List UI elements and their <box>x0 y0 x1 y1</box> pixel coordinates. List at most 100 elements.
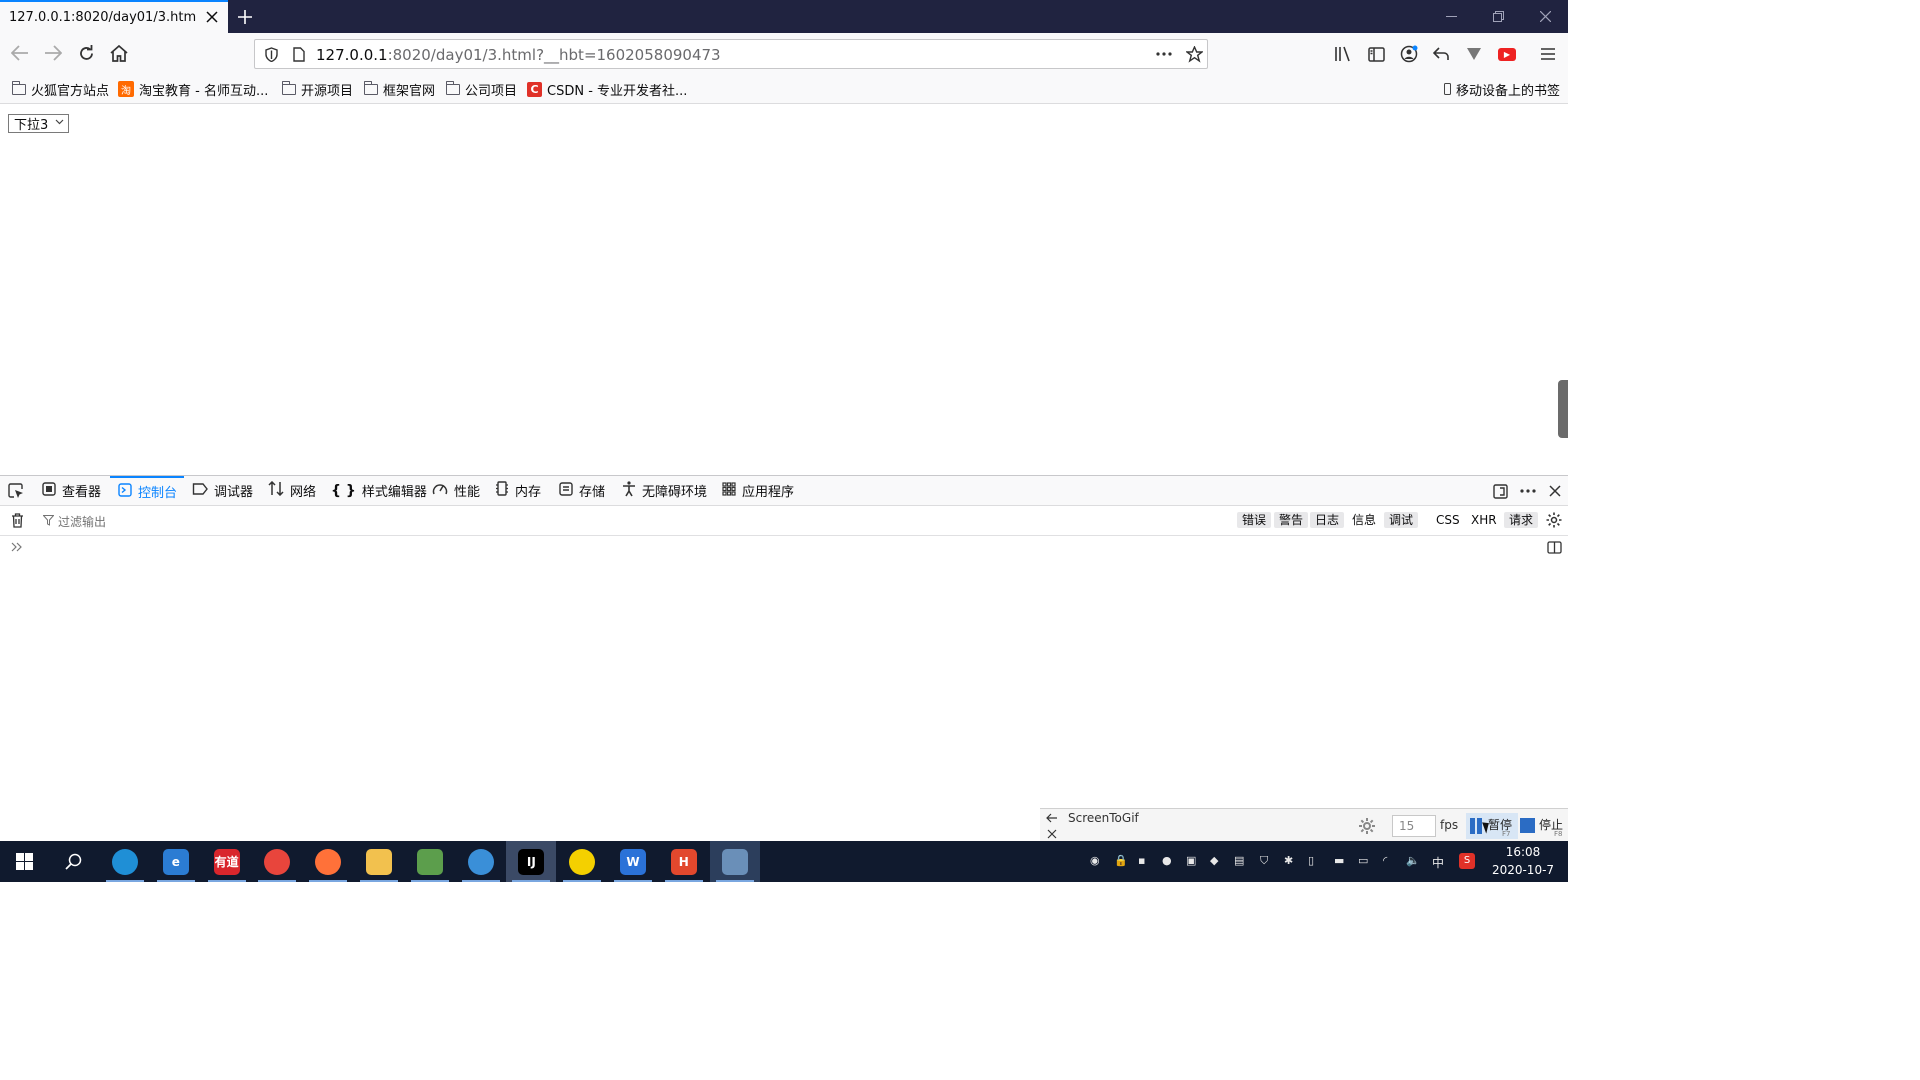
devtools-more-icon[interactable] <box>1517 481 1539 501</box>
filter-debug[interactable]: 调试 <box>1384 512 1419 528</box>
page-info-icon[interactable] <box>291 46 307 62</box>
url-bar[interactable]: 127.0.0.1:8020/day01/3.html?__hbt=160205… <box>254 39 1208 69</box>
filter-errors[interactable]: 错误 <box>1237 512 1272 528</box>
filter-requests[interactable]: 请求 <box>1504 512 1539 528</box>
dropdown-select[interactable]: 下拉3 <box>8 114 69 133</box>
taskbar-app-chrome[interactable] <box>252 841 302 882</box>
stop-button[interactable]: 停止 F8 <box>1520 813 1568 839</box>
tray-icon[interactable]: ▤ <box>1234 854 1248 868</box>
taskbar-app-wps[interactable]: W <box>608 841 658 882</box>
devtools-tab-style-editor[interactable]: { } 样式编辑器 <box>331 476 427 505</box>
tray-icon[interactable]: ◉ <box>1090 854 1104 868</box>
tab-close-icon[interactable] <box>204 9 220 25</box>
tray-icon[interactable]: ▯ <box>1308 854 1322 868</box>
taskbar-app-navicat[interactable] <box>456 841 506 882</box>
system-clock[interactable]: 16:08 2020-10-7 <box>1478 843 1568 879</box>
shield-icon[interactable] <box>263 46 279 62</box>
pause-button[interactable]: 暂停 F7 <box>1466 813 1518 839</box>
bookmark-item[interactable]: 开源项目 <box>281 80 353 99</box>
back-arrow-icon[interactable] <box>1044 811 1060 825</box>
tray-icon[interactable]: ▪ <box>1138 854 1152 868</box>
tray-icon[interactable]: ● <box>1162 854 1176 868</box>
devtools-tab-console[interactable]: 控制台 <box>110 476 184 505</box>
console-input[interactable] <box>30 536 1530 556</box>
filter-input[interactable]: 过滤输出 <box>58 513 106 530</box>
taskbar-app-screentogif[interactable] <box>709 841 760 882</box>
pocket-icon[interactable] <box>1463 43 1485 65</box>
storage-icon <box>559 481 573 500</box>
devtools-tab-accessibility[interactable]: 无障碍环境 <box>622 476 707 505</box>
devtools-tab-memory[interactable]: 内存 <box>495 476 541 505</box>
filter-xhr[interactable]: XHR <box>1466 512 1502 528</box>
filter-warnings[interactable]: 警告 <box>1274 512 1309 528</box>
bluetooth-icon[interactable]: ✱ <box>1284 854 1298 868</box>
element-picker-icon[interactable] <box>6 481 26 501</box>
devtools-tab-debugger[interactable]: 调试器 <box>192 476 253 505</box>
forward-button[interactable] <box>38 39 68 67</box>
start-button[interactable] <box>0 841 48 882</box>
dock-mode-icon[interactable] <box>1490 481 1510 501</box>
devtools-close-icon[interactable] <box>1545 481 1565 501</box>
new-tab-button[interactable] <box>234 6 256 28</box>
sidebar-icon[interactable] <box>1365 43 1387 65</box>
library-icon[interactable] <box>1332 43 1354 65</box>
devtools-tab-storage[interactable]: 存储 <box>559 476 605 505</box>
fps-input[interactable]: 15 <box>1392 815 1436 837</box>
bookmark-item[interactable]: 框架官网 <box>363 80 435 99</box>
taskbar-app-notepad[interactable] <box>405 841 455 882</box>
tab-active[interactable]: 127.0.0.1:8020/day01/3.html?__hbt=160205… <box>0 0 228 33</box>
restore-button[interactable] <box>1475 0 1521 33</box>
taskbar-app-youdao[interactable]: 有道 <box>202 841 252 882</box>
taskbar-app-explorer[interactable] <box>354 841 404 882</box>
account-icon[interactable] <box>1398 43 1420 65</box>
tray-icon[interactable]: ◆ <box>1210 854 1224 868</box>
filter-logs[interactable]: 日志 <box>1310 512 1345 528</box>
battery-icon[interactable]: ▭ <box>1358 854 1372 868</box>
devtools-tab-network[interactable]: 网络 <box>268 476 316 505</box>
wifi-icon[interactable]: ◜ <box>1383 854 1397 868</box>
close-icon[interactable] <box>1044 827 1060 841</box>
shield-icon[interactable]: ⛉ <box>1260 854 1274 868</box>
minimize-button[interactable] <box>1428 0 1474 33</box>
bookmark-item[interactable]: C CSDN - 专业开发者社... <box>527 80 687 99</box>
filter-css[interactable]: CSS <box>1431 512 1465 528</box>
editor-mode-icon[interactable] <box>1545 539 1563 555</box>
lock-icon[interactable]: 🔒 <box>1114 854 1128 868</box>
side-handle[interactable] <box>1558 380 1568 438</box>
bookmark-item[interactable]: 淘 淘宝教育 - 名师互动... <box>118 80 268 99</box>
search-button[interactable] <box>50 841 96 882</box>
gpu-icon[interactable]: ▬ <box>1334 854 1348 868</box>
undo-close-icon[interactable] <box>1430 43 1452 65</box>
fps-label: fps <box>1440 818 1459 832</box>
devtools-tab-inspector[interactable]: 查看器 <box>42 476 101 505</box>
taskbar-app-intellij[interactable]: IJ <box>506 841 557 882</box>
bookmark-item[interactable]: 公司项目 <box>445 80 517 99</box>
taskbar-app-firefox[interactable] <box>303 841 353 882</box>
close-window-button[interactable] <box>1522 0 1568 33</box>
sogou-icon[interactable]: S <box>1459 853 1475 869</box>
video-extension-icon[interactable]: ▶ <box>1496 43 1518 65</box>
devtools-tab-performance[interactable]: 性能 <box>432 476 480 505</box>
reload-button[interactable] <box>71 39 101 67</box>
filter-info[interactable]: 信息 <box>1347 512 1381 528</box>
menu-icon[interactable] <box>1537 43 1559 65</box>
volume-icon[interactable]: 🔈 <box>1406 854 1420 868</box>
performance-icon <box>432 482 448 499</box>
devtools-tab-application[interactable]: 应用程序 <box>722 476 794 505</box>
more-actions-icon[interactable] <box>1153 44 1175 64</box>
taskbar-app-edge[interactable] <box>100 841 150 882</box>
gear-icon[interactable] <box>1545 511 1563 529</box>
url-text[interactable]: 127.0.0.1:8020/day01/3.html?__hbt=160205… <box>316 46 721 64</box>
back-button[interactable] <box>5 39 35 67</box>
taskbar-app-app-yellow[interactable] <box>557 841 607 882</box>
settings-icon[interactable] <box>1356 815 1378 837</box>
tray-icon[interactable]: ▣ <box>1186 854 1200 868</box>
taskbar-app-hbuilder[interactable]: H <box>659 841 709 882</box>
home-button[interactable] <box>104 39 134 67</box>
mobile-bookmarks[interactable]: 移动设备上的书签 <box>1444 80 1560 99</box>
bookmark-star-icon[interactable] <box>1183 44 1205 64</box>
bookmark-item[interactable]: 火狐官方站点 <box>11 80 109 99</box>
ime-indicator[interactable]: 中 <box>1432 854 1446 870</box>
trash-icon[interactable] <box>8 511 26 529</box>
taskbar-app-ie[interactable]: e <box>151 841 201 882</box>
